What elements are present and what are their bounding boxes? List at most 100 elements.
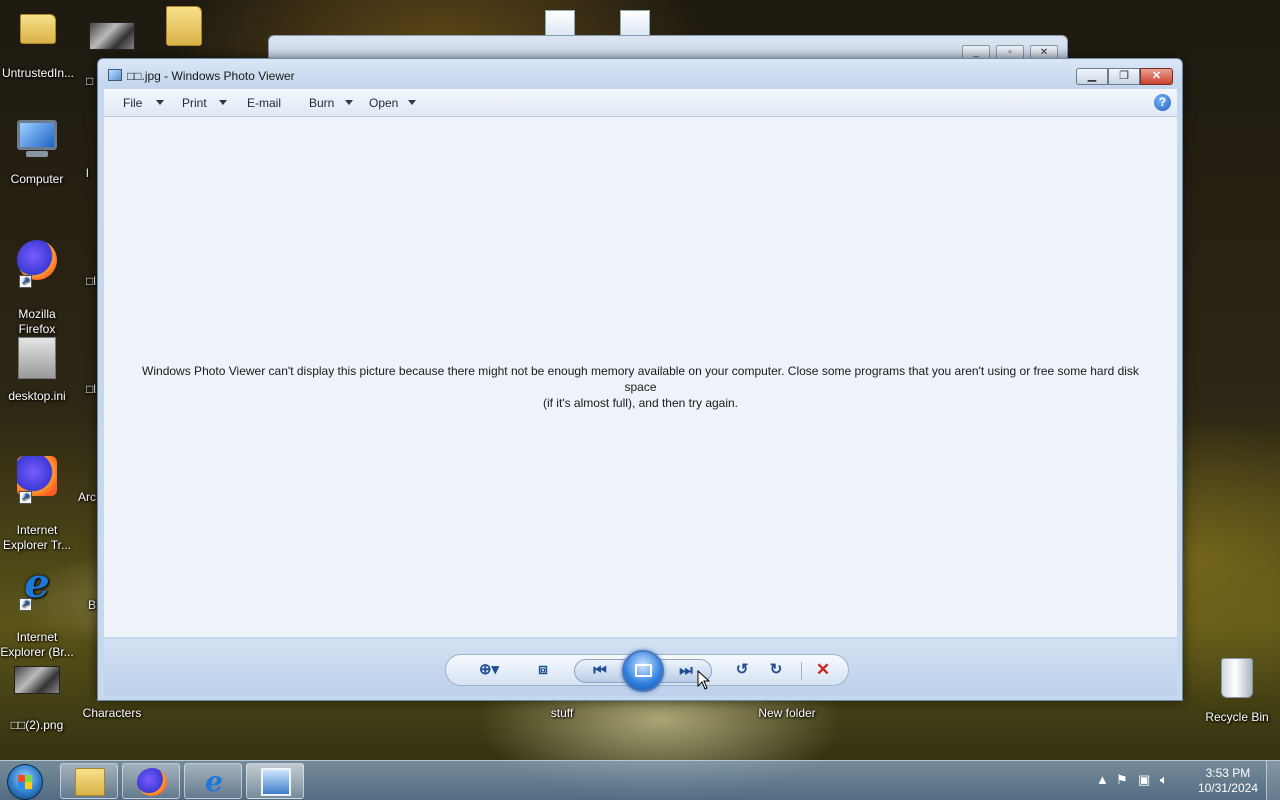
chevron-down-icon[interactable] <box>219 100 227 105</box>
image-file-icon <box>13 666 61 714</box>
desktop-icon-label: Computer <box>10 172 64 186</box>
computer-icon <box>13 120 61 168</box>
taskbar-internet-explorer[interactable]: e <box>184 763 242 799</box>
shortcut-arrow-icon: ↗ <box>19 275 32 288</box>
error-message-line-1: Windows Photo Viewer can't display this … <box>142 364 1139 394</box>
action-center-flag-icon[interactable]: ⚑ <box>1116 772 1128 788</box>
audio-file-icon <box>620 10 650 36</box>
close-button[interactable]: ✕ <box>1140 68 1173 85</box>
internet-explorer-icon: e <box>205 765 223 798</box>
desktop-icon-audio-1[interactable] <box>545 10 579 36</box>
firefox-icon <box>137 768 167 796</box>
volume-icon[interactable]: 🔈︎ <box>1160 772 1168 788</box>
chevron-down-icon[interactable] <box>345 100 353 105</box>
delete-button[interactable]: ✕ <box>810 659 836 681</box>
desktop-icon-characters[interactable]: Characters <box>72 706 152 721</box>
audio-file-icon <box>545 10 575 36</box>
window-title: □□.jpg - Windows Photo Viewer <box>127 69 295 83</box>
desktop-icon-computer[interactable]: Computer <box>0 116 77 187</box>
desktop-icon-label: Mozilla Firefox <box>18 307 56 336</box>
maximize-button[interactable]: ❐ <box>1108 68 1140 85</box>
previous-button[interactable]: ⏮ <box>574 659 626 683</box>
clock-time: 3:53 PM <box>1205 766 1251 780</box>
desktop-icon-desktop-ini[interactable]: desktop.ini <box>0 334 77 404</box>
chevron-down-icon[interactable] <box>408 100 416 105</box>
maximize-icon: ❐ <box>1119 70 1129 82</box>
internet-explorer-icon: e ↗ <box>13 563 61 611</box>
desktop-icon-label: New folder <box>758 706 816 720</box>
slideshow-icon <box>635 664 652 677</box>
desktop-icon-label: desktop.ini <box>8 389 66 403</box>
menu-open[interactable]: Open <box>369 96 398 110</box>
desktop-icon-label: Characters <box>82 706 142 720</box>
network-icon[interactable]: ▣ <box>1138 772 1150 788</box>
desktop-icon-firefox[interactable]: ↗ Mozilla Firefox <box>0 222 77 352</box>
desktop-icon-partial-arc[interactable]: Arc <box>78 490 98 505</box>
next-icon: ⏭ <box>679 662 693 679</box>
windows-logo-icon-lower <box>18 782 32 789</box>
desktop-icon-recycle-bin[interactable]: Recycle Bin <box>1197 654 1277 725</box>
folder-user-icon <box>14 14 62 62</box>
chevron-down-icon[interactable] <box>156 100 164 105</box>
control-bar: ⊕▾ ⧈ ⏮ ⏭ ↺ ↻ ✕ <box>104 639 1177 696</box>
menu-file[interactable]: File <box>123 96 142 110</box>
recycle-bin-icon <box>1213 658 1261 706</box>
desktop-icon-folder-top[interactable] <box>144 2 224 58</box>
settings-file-icon <box>13 337 61 385</box>
delete-icon: ✕ <box>815 660 831 679</box>
menu-email[interactable]: E-mail <box>247 96 281 110</box>
rotate-counterclockwise-button[interactable]: ↺ <box>730 659 754 681</box>
photo-viewer-icon <box>108 69 122 81</box>
desktop-icon-audio-2[interactable] <box>620 10 654 36</box>
file-explorer-icon <box>75 768 105 796</box>
rotate-clockwise-button[interactable]: ↻ <box>764 659 788 681</box>
help-icon[interactable]: ? <box>1154 94 1171 111</box>
desktop-icon-label: stuff <box>550 706 574 720</box>
show-desktop-button[interactable] <box>1266 761 1280 800</box>
playback-controls: ⊕▾ ⧈ ⏮ ⏭ ↺ ↻ ✕ <box>445 650 849 692</box>
menu-print[interactable]: Print <box>182 96 207 110</box>
clock[interactable]: 3:53 PM 10/31/2024 <box>1198 766 1258 796</box>
photo-viewer-window[interactable]: □□.jpg - Windows Photo Viewer ▁ ❐ ✕ File… <box>97 58 1183 701</box>
taskbar-file-explorer[interactable] <box>60 763 118 799</box>
separator <box>801 662 802 680</box>
photo-viewer-icon <box>261 768 291 796</box>
shortcut-arrow-icon: ↗ <box>19 491 32 504</box>
system-tray: ▲ ⚑ ▣ 🔈︎ 3:53 PM 10/31/2024 <box>1090 761 1280 800</box>
image-area: Windows Photo Viewer can't display this … <box>104 117 1177 637</box>
show-hidden-icons-icon[interactable]: ▲ <box>1096 772 1109 787</box>
slideshow-button[interactable] <box>622 650 664 692</box>
close-icon: ✕ <box>1151 70 1162 82</box>
taskbar: e ▲ ⚑ ▣ 🔈︎ 3:53 PM 10/31/2024 <box>0 760 1280 800</box>
desktop-icon-stuff[interactable]: stuff <box>522 706 602 721</box>
desktop-icon-label: Arc <box>78 490 96 504</box>
rotate-clockwise-icon: ↻ <box>769 661 783 678</box>
error-message-line-2: (if it's almost full), and then try agai… <box>542 396 739 410</box>
title-bar[interactable]: □□.jpg - Windows Photo Viewer ▁ ❐ ✕ <box>98 59 1182 89</box>
start-button[interactable] <box>7 764 43 800</box>
clock-date: 10/31/2024 <box>1197 781 1258 795</box>
desktop-icon-label: UntrustedIn... <box>1 66 75 80</box>
zoom-button[interactable]: ⊕▾ <box>472 659 506 681</box>
menu-bar: File Print E-mail Burn Open ? <box>104 89 1177 117</box>
taskbar-firefox[interactable] <box>122 763 180 799</box>
desktop-icon-untrusted[interactable]: UntrustedIn... <box>0 6 78 81</box>
firefox-icon: ↗ <box>13 240 61 288</box>
previous-icon: ⏮ <box>593 662 607 679</box>
desktop-icon-new-folder[interactable]: New folder <box>747 706 827 721</box>
shortcut-arrow-icon: ↗ <box>19 598 32 611</box>
minimize-icon: ▁ <box>1087 70 1097 82</box>
folder-icon <box>160 6 208 54</box>
actual-size-button[interactable]: ⧈ <box>530 659 556 681</box>
minimize-button[interactable]: ▁ <box>1076 68 1108 85</box>
taskbar-photo-viewer[interactable] <box>246 763 304 799</box>
zoom-icon: ⊕▾ <box>478 661 500 678</box>
actual-size-icon: ⧈ <box>538 661 548 678</box>
desktop-icon-label: □□(2).png <box>10 718 64 732</box>
firefox-icon: ↗ <box>13 456 61 504</box>
rotate-counterclockwise-icon: ↺ <box>735 661 749 678</box>
menu-burn[interactable]: Burn <box>309 96 334 110</box>
error-message: Windows Photo Viewer can't display this … <box>104 363 1177 411</box>
desktop-icon-label: Recycle Bin <box>1205 710 1269 724</box>
desktop-icon-image-png[interactable]: □□(2).png <box>0 654 77 733</box>
